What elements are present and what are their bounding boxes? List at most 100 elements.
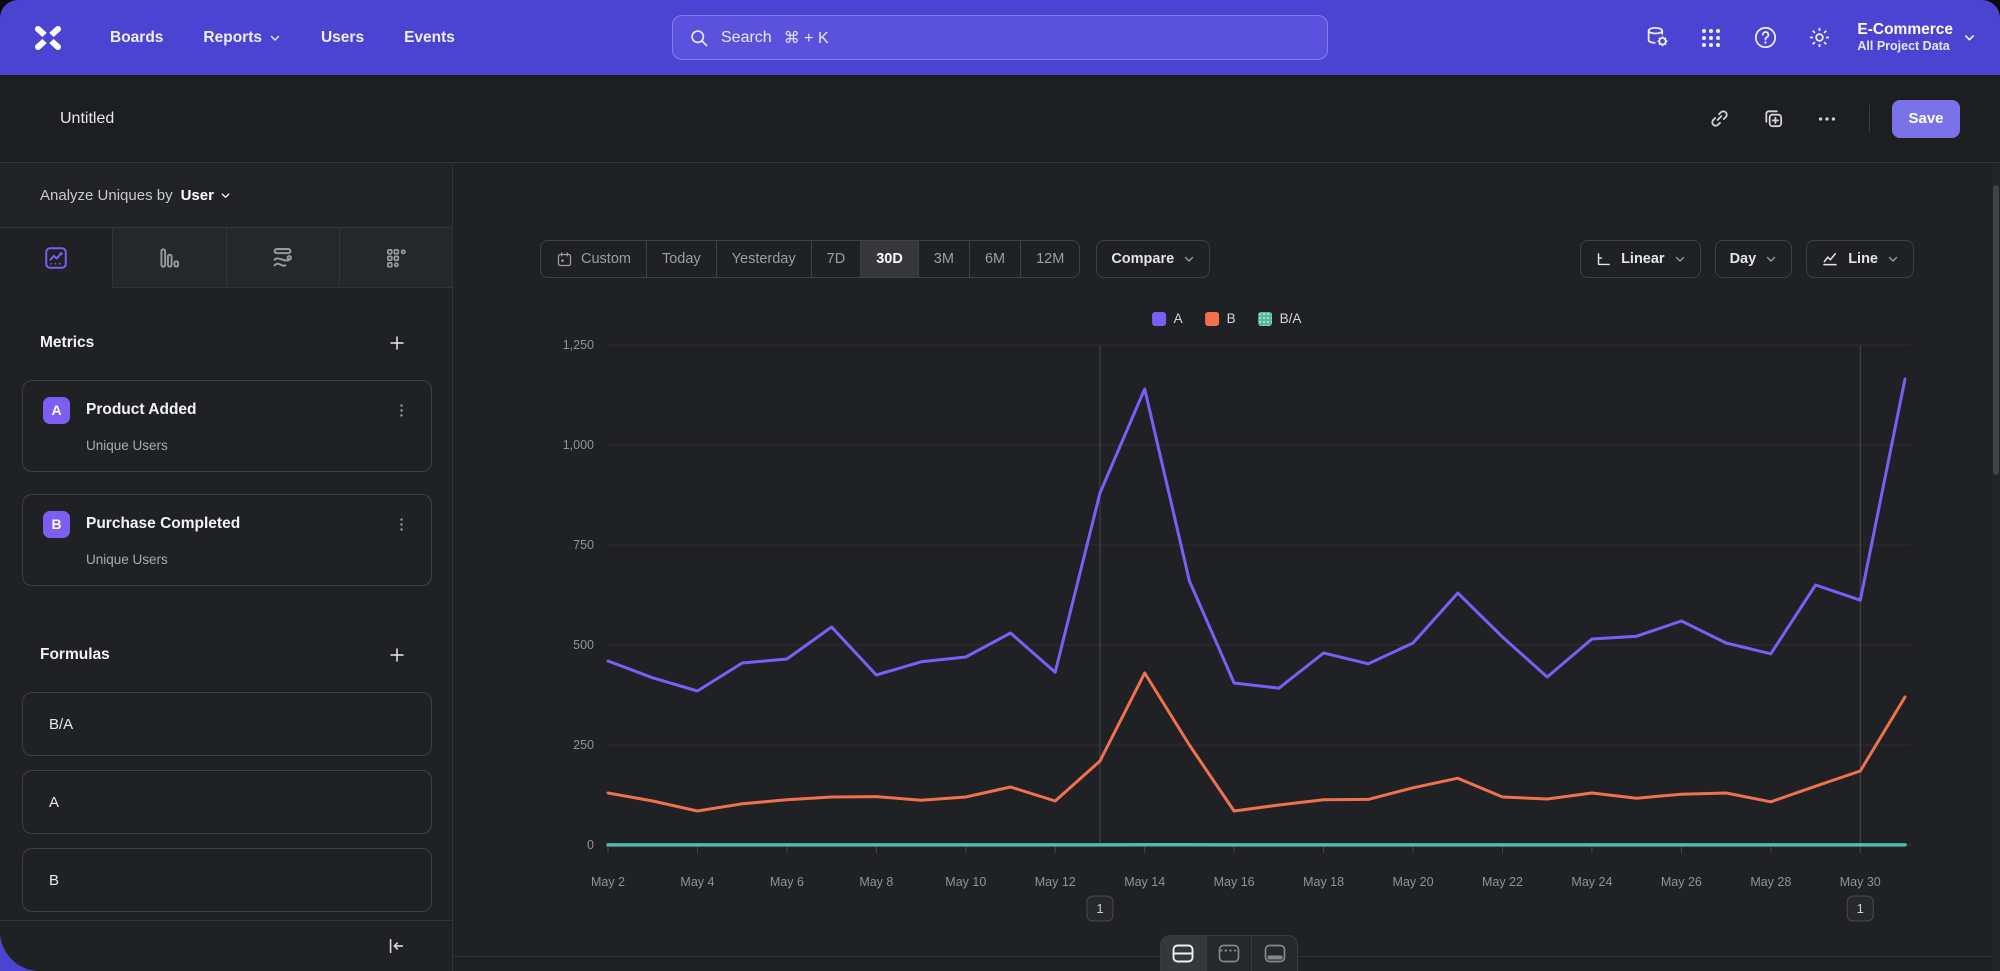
metric-card-purchase-completed[interactable]: B Purchase Completed Unique Users — [22, 494, 432, 586]
chevron-down-icon — [1887, 253, 1899, 265]
formula-card-ba[interactable]: B/A — [22, 692, 432, 756]
tab-line-chart[interactable] — [0, 228, 112, 288]
x-axis-label: May 10 — [945, 875, 986, 889]
help-button[interactable] — [1743, 16, 1787, 60]
annotation-badge-label: 1 — [1857, 901, 1864, 916]
date-range-12m[interactable]: 12M — [1020, 241, 1079, 277]
metric-measurement[interactable]: Unique Users — [86, 438, 431, 453]
linear-axis-icon — [1595, 251, 1612, 268]
metric-card-product-added[interactable]: A Product Added Unique Users — [22, 380, 432, 472]
duplicate-button[interactable] — [1753, 99, 1793, 139]
date-range-30d[interactable]: 30D — [860, 241, 918, 277]
scatter-grid-icon — [383, 245, 409, 271]
gear-icon — [1807, 25, 1832, 50]
mixpanel-app: Boards Reports Users Events Search ⌘ + K — [0, 0, 2000, 971]
seg-label: Custom — [581, 251, 631, 267]
x-axis-label: May 22 — [1482, 875, 1523, 889]
analyze-by-dropdown[interactable]: User — [181, 187, 231, 204]
panel-view-icon — [1264, 944, 1286, 963]
annotation-badge-label: 1 — [1096, 901, 1103, 916]
project-switcher[interactable]: E-Commerce All Project Data — [1857, 20, 1976, 55]
x-axis-label: May 14 — [1124, 875, 1165, 889]
x-axis-label: May 28 — [1750, 875, 1791, 889]
metrics-title: Metrics — [40, 334, 94, 352]
date-range-7d[interactable]: 7D — [811, 241, 861, 277]
metric-measurement[interactable]: Unique Users — [86, 552, 431, 567]
x-axis-label: May 2 — [591, 875, 625, 889]
formula-label: A — [49, 794, 59, 811]
bar-chart-icon — [156, 245, 182, 271]
toggle-split-view[interactable] — [1161, 936, 1206, 971]
compare-dropdown[interactable]: Compare — [1096, 240, 1210, 278]
nav-item-events[interactable]: Events — [388, 19, 471, 57]
date-range-3m[interactable]: 3M — [918, 241, 969, 277]
metric-menu-button[interactable] — [387, 510, 415, 538]
data-management-button[interactable] — [1635, 16, 1679, 60]
analyze-prefix: Analyze Uniques by — [40, 187, 173, 204]
formula-card-a[interactable]: A — [22, 770, 432, 834]
report-header: Untitled — [0, 75, 2000, 163]
apps-grid-button[interactable] — [1689, 16, 1733, 60]
formula-card-b[interactable]: B — [22, 848, 432, 912]
y-axis-label: 250 — [573, 738, 594, 752]
legend-swatch-ba — [1258, 312, 1272, 326]
x-axis-label: May 20 — [1393, 875, 1434, 889]
toggle-panel-view[interactable] — [1251, 936, 1297, 971]
legend-item-b[interactable]: B — [1205, 311, 1236, 326]
x-axis-label: May 26 — [1661, 875, 1702, 889]
apps-grid-icon — [1699, 26, 1723, 50]
add-metric-button[interactable] — [382, 328, 412, 358]
settings-button[interactable] — [1797, 16, 1841, 60]
nav-item-users[interactable]: Users — [305, 19, 380, 57]
nav-item-label: Boards — [110, 29, 163, 47]
date-range-yesterday[interactable]: Yesterday — [716, 241, 811, 277]
chart-legend: A B B/A — [1152, 311, 1302, 326]
chart-style-dropdown[interactable]: Line — [1806, 240, 1914, 278]
nav-item-reports[interactable]: Reports — [187, 19, 297, 57]
metric-menu-button[interactable] — [387, 396, 415, 424]
date-range-today[interactable]: Today — [646, 241, 716, 277]
legend-item-a[interactable]: A — [1152, 311, 1183, 326]
tab-bar-chart[interactable] — [112, 228, 225, 288]
seg-label: 7D — [827, 251, 846, 267]
project-name: E-Commerce — [1857, 20, 1953, 39]
view-toggle-toolbar — [1160, 935, 1298, 971]
search-icon — [689, 28, 709, 48]
metrics-section-header: Metrics — [40, 328, 412, 358]
toggle-header-view[interactable] — [1206, 936, 1252, 971]
series-line-b[interactable] — [608, 673, 1905, 811]
x-axis-label: May 24 — [1571, 875, 1612, 889]
report-title[interactable]: Untitled — [60, 110, 114, 128]
seg-label: Yesterday — [732, 251, 796, 267]
y-axis-label: 1,000 — [563, 438, 594, 452]
tab-scatter-grid[interactable] — [339, 228, 452, 288]
more-options-button[interactable] — [1807, 99, 1847, 139]
x-axis-label: May 6 — [770, 875, 804, 889]
tab-flow[interactable] — [226, 228, 339, 288]
series-line-a[interactable] — [608, 379, 1905, 691]
legend-swatch-b — [1205, 312, 1219, 326]
scale-dropdown[interactable]: Linear — [1580, 240, 1701, 278]
y-axis-label: 500 — [573, 638, 594, 652]
mixpanel-logo[interactable] — [28, 18, 68, 58]
line-style-icon — [1821, 250, 1839, 268]
top-nav: Boards Reports Users Events Search ⌘ + K — [0, 0, 2000, 75]
interval-dropdown[interactable]: Day — [1715, 240, 1793, 278]
chevron-down-icon — [1183, 253, 1195, 265]
copy-link-button[interactable] — [1699, 99, 1739, 139]
x-axis-label: May 12 — [1035, 875, 1076, 889]
date-range-custom[interactable]: Custom — [541, 241, 646, 277]
search-placeholder: Search — [721, 29, 772, 47]
search-input[interactable]: Search ⌘ + K — [672, 15, 1328, 60]
scrollbar-thumb[interactable] — [1993, 185, 1999, 475]
legend-item-ba[interactable]: B/A — [1258, 311, 1302, 326]
save-button[interactable]: Save — [1892, 100, 1960, 138]
add-formula-button[interactable] — [382, 640, 412, 670]
date-range-6m[interactable]: 6M — [969, 241, 1020, 277]
trend-chart[interactable]: 02505007501,0001,25011May 2May 4May 6May… — [453, 163, 2000, 971]
chevron-down-icon — [1963, 31, 1976, 44]
nav-item-boards[interactable]: Boards — [94, 19, 179, 57]
plus-icon — [388, 334, 406, 352]
collapse-sidebar-button[interactable] — [376, 926, 416, 966]
header-view-icon — [1218, 944, 1240, 963]
